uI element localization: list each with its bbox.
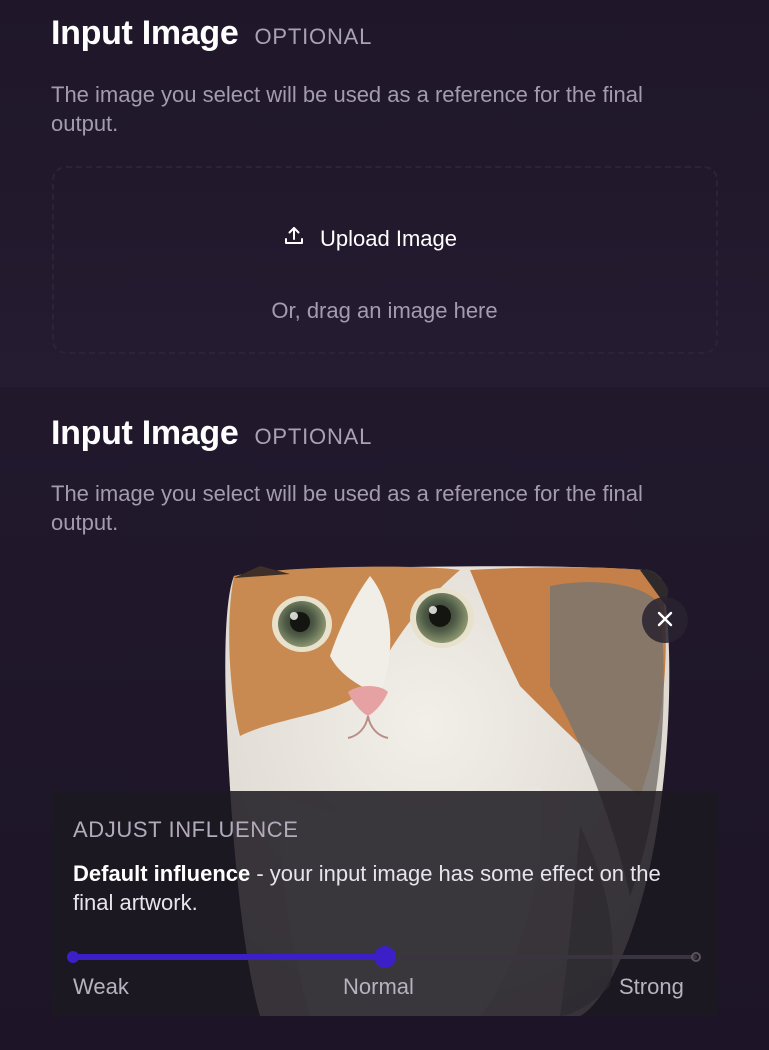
section-title: Input Image bbox=[51, 14, 239, 52]
upload-icon bbox=[282, 224, 306, 254]
drag-hint-text: Or, drag an image here bbox=[271, 298, 498, 323]
upload-button-label: Upload Image bbox=[320, 226, 457, 251]
section-title: Input Image bbox=[51, 414, 239, 452]
slider-label-weak: Weak bbox=[73, 974, 129, 999]
slider-end-dot bbox=[691, 952, 701, 962]
adjust-influence-title: ADJUST INFLUENCE bbox=[73, 817, 299, 842]
slider-fill bbox=[73, 954, 385, 960]
upload-image-button[interactable]: Upload Image bbox=[282, 217, 457, 261]
section-description: The image you select will be used as a r… bbox=[51, 82, 643, 136]
slider-start-dot bbox=[67, 951, 79, 963]
optional-label: OPTIONAL bbox=[254, 24, 373, 49]
input-image-upload-section: Input Image OPTIONAL The image you selec… bbox=[0, 0, 769, 387]
influence-description-strong: Default influence bbox=[73, 861, 251, 886]
section-heading: Input Image OPTIONAL bbox=[51, 14, 372, 53]
adjust-influence-panel: ADJUST INFLUENCE Default influence - you… bbox=[52, 791, 718, 1016]
section-heading: Input Image OPTIONAL bbox=[51, 414, 372, 453]
influence-description: Default influence - your input image has… bbox=[73, 859, 703, 917]
optional-label: OPTIONAL bbox=[254, 424, 373, 449]
section-description: The image you select will be used as a r… bbox=[51, 481, 643, 535]
slider-thumb[interactable] bbox=[374, 946, 396, 968]
slider-label-normal: Normal bbox=[343, 974, 414, 999]
influence-slider[interactable] bbox=[67, 946, 701, 968]
close-icon bbox=[655, 609, 675, 632]
remove-image-button[interactable] bbox=[642, 597, 688, 643]
slider-label-strong: Strong bbox=[619, 974, 684, 999]
